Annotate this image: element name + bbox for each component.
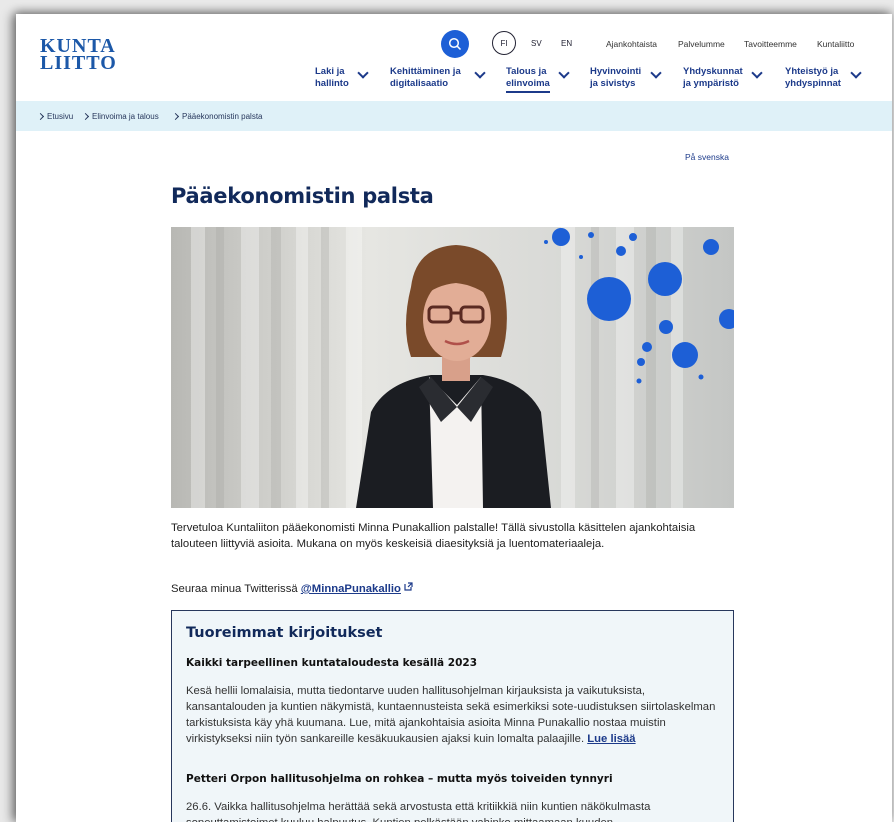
nav-yhdyskunnat-ja-ymparisto[interactable]: Yhdyskunnat ja ympäristö [683,66,763,90]
browser-page: KUNTA LIITTO FI SV EN Ajankohtaista Palv… [16,14,892,822]
chevron-down-icon [850,67,862,79]
toplink-tavoitteemme[interactable]: Tavoitteemme [744,39,797,49]
portrait-photo [171,227,734,508]
search-icon [448,37,462,51]
breadcrumb-elinvoima-ja-talous[interactable]: Elinvoima ja talous [92,112,159,121]
search-button[interactable] [441,30,469,58]
latest-posts-heading: Tuoreimmat kirjoitukset [186,625,383,641]
lang-sv[interactable]: SV [531,39,542,48]
chevron-down-icon [650,67,662,79]
chevron-down-icon [474,67,486,79]
toplink-kuntaliitto[interactable]: Kuntaliitto [817,39,854,49]
nav-kehittaminen-ja-digitalisaatio[interactable]: Kehittäminen ja digitalisaatio [390,66,486,90]
breadcrumb: Etusivu Elinvoima ja talous Pääekonomist… [16,101,892,131]
site-header: KUNTA LIITTO FI SV EN Ajankohtaista Palv… [16,14,892,101]
nav-laki-ja-hallinto[interactable]: Laki ja hallinto [315,66,369,90]
page-title: Pääekonomistin palsta [171,184,434,208]
chevron-right-icon [81,112,90,121]
external-link-icon [404,582,413,591]
nav-talous-ja-elinvoima[interactable]: Talous ja elinvoima [506,66,570,93]
twitter-link[interactable]: @MinnaPunakallio [301,583,401,595]
twitter-follow: Seuraa minua Twitterissä @MinnaPunakalli… [171,582,413,595]
chevron-down-icon [357,67,369,79]
post-excerpt: Kesä hellii lomalaisia, mutta tiedontarv… [186,685,716,745]
swedish-version-link[interactable]: På svenska [685,152,729,162]
kuntaliitto-logo[interactable]: KUNTA LIITTO [40,36,117,73]
lang-fi[interactable]: FI [492,31,516,55]
toplink-palvelumme[interactable]: Palvelumme [678,39,725,49]
post-title[interactable]: Kaikki tarpeellinen kuntataloudesta kesä… [186,657,477,669]
breadcrumb-current: Pääekonomistin palsta [182,112,263,121]
intro-text: Tervetuloa Kuntaliiton pääekonomisti Min… [171,522,696,550]
post-excerpt: 26.6. Vaikka hallitusohjelma herättää se… [186,801,651,822]
hero-image [171,227,734,508]
post-title[interactable]: Petteri Orpon hallitusohjelma on rohkea … [186,773,613,785]
lang-en[interactable]: EN [561,39,572,48]
chevron-right-icon [171,112,180,121]
read-more-link[interactable]: Lue lisää [587,733,635,745]
latest-posts-box: Tuoreimmat kirjoitukset Kaikki tarpeelli… [171,610,734,822]
nav-yhteistyo-ja-yhdyspinnat[interactable]: Yhteistyö ja yhdyspinnat [785,66,862,90]
toplink-ajankohtaista[interactable]: Ajankohtaista [606,39,657,49]
nav-hyvinvointi-ja-sivistys[interactable]: Hyvinvointi ja sivistys [590,66,662,90]
breadcrumb-etusivu[interactable]: Etusivu [47,112,73,121]
chevron-down-icon [558,67,570,79]
chevron-down-icon [751,67,763,79]
chevron-right-icon [36,112,45,121]
